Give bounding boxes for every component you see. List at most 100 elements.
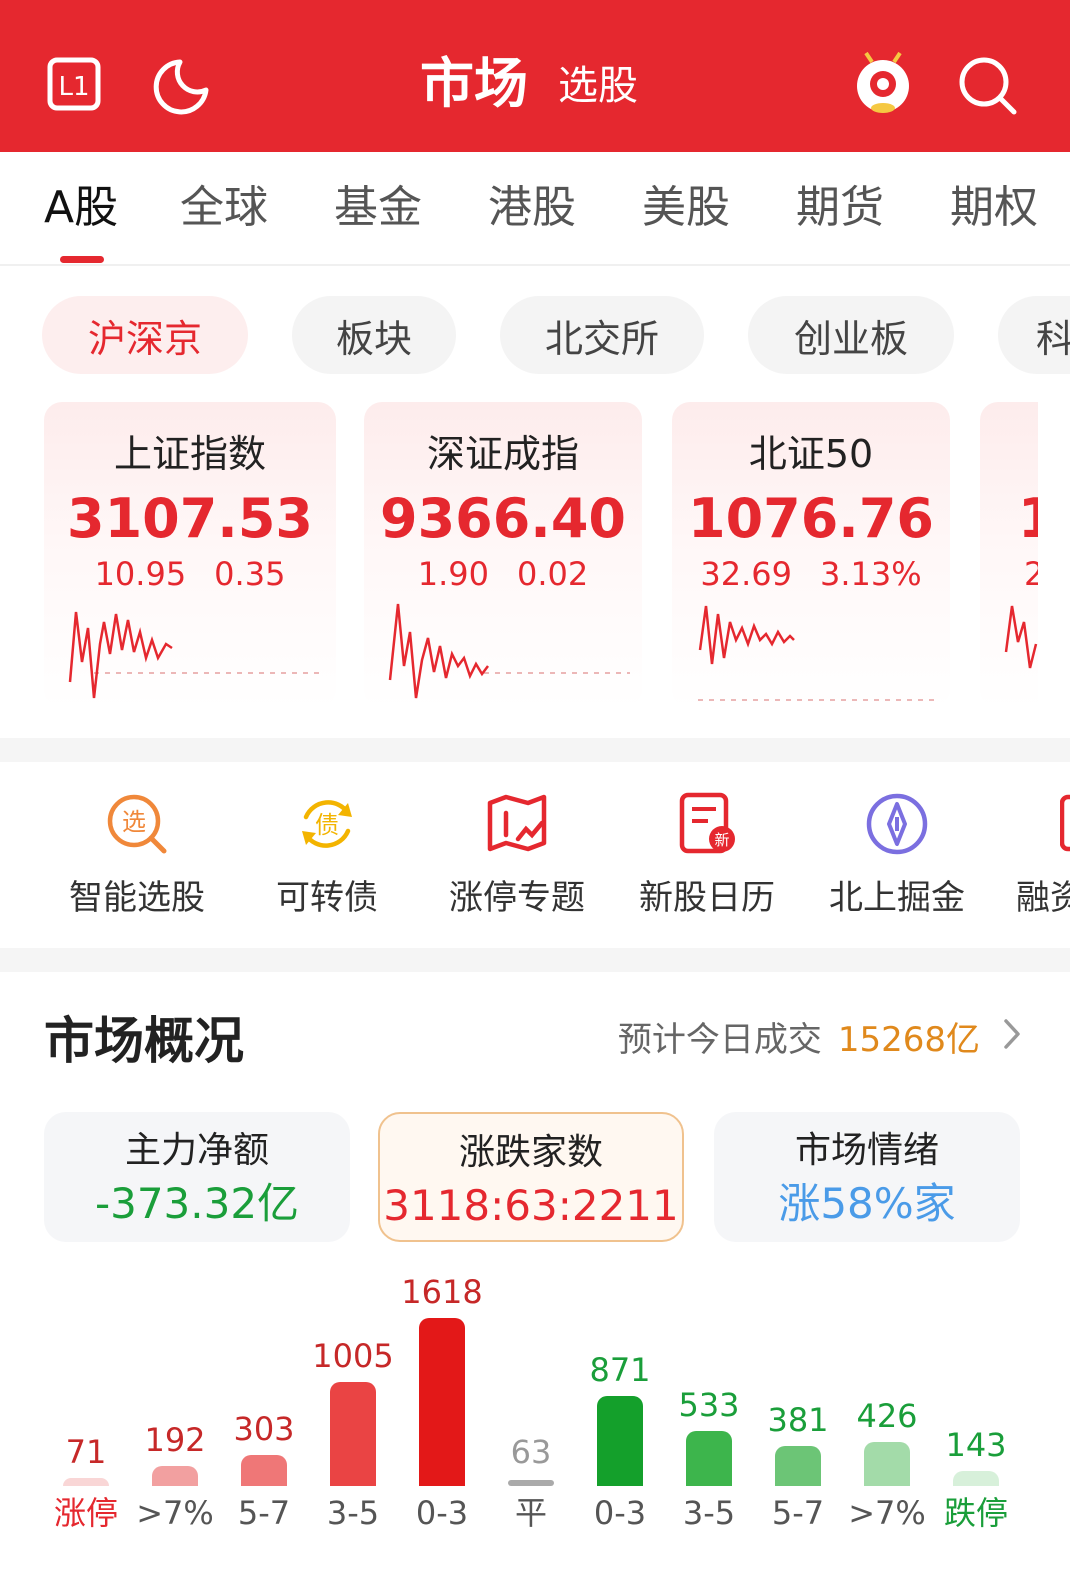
bar-value-label: 71 (65, 1433, 107, 1471)
tab-us-stocks[interactable]: 美股 (642, 180, 730, 236)
bar-value-label: 143 (945, 1426, 1007, 1464)
stat-sentiment[interactable]: 市场情绪 涨58%家 (714, 1112, 1020, 1242)
stat-advance-decline[interactable]: 涨跌家数 3118:63:2211 (378, 1112, 684, 1242)
ipo-calendar-icon: 新 (669, 786, 745, 862)
turnover-label: 预计今日成交 (617, 1020, 822, 1060)
active-tab-indicator (60, 256, 104, 263)
bar-value-label: 303 (233, 1410, 295, 1448)
bar-category-label: 3-5 (682, 1494, 736, 1532)
moon-icon[interactable] (150, 56, 212, 118)
bar-category-label: >7% (848, 1494, 926, 1532)
bar (419, 1318, 465, 1486)
northbound-compass-icon (859, 786, 935, 862)
tab-funds[interactable]: 基金 (334, 180, 422, 236)
tab-futures[interactable]: 期货 (796, 180, 884, 236)
bar-value-label: 1618 (401, 1273, 483, 1311)
index-card-bse50[interactable]: 北证50 1076.76 32.69 3.13% (672, 402, 950, 708)
pill-shanghai-shenzhen-beijing[interactable]: 沪深京 (42, 296, 248, 374)
bar-value-label: 192 (144, 1421, 206, 1459)
index-value: 1 (1018, 487, 1038, 550)
stat-main-net[interactable]: 主力净额 -373.32亿 (44, 1112, 350, 1242)
tool-label: 新股日历 (639, 878, 775, 918)
index-changes: 32.69 3.13% (672, 554, 950, 594)
stat-label: 市场情绪 (794, 1130, 939, 1171)
section-title: 市场概况 (44, 1012, 244, 1070)
index-change: 32.69 (700, 555, 792, 593)
turnover-value: 15268亿 (837, 1020, 980, 1060)
pill-chinext[interactable]: 创业板 (748, 296, 954, 374)
page-title[interactable]: 市场 (420, 52, 528, 116)
index-name: 深证成指 (426, 432, 579, 476)
index-changes: 1.90 0.02 (364, 554, 642, 594)
tool-label: 智能选股 (69, 878, 205, 918)
index-card-sse[interactable]: 上证指数 3107.53 10.95 0.35 (44, 402, 336, 708)
pill-sectors[interactable]: 板块 (292, 296, 456, 374)
bar-category-label: 0-3 (593, 1494, 647, 1532)
index-sparkline-partial (1004, 605, 1038, 669)
tool-label: 融资 (1016, 878, 1070, 918)
bar-category-label: 涨停 (53, 1494, 118, 1532)
index-sparkline-bse50 (698, 605, 938, 701)
tool-convertible-bond[interactable]: 债 可转债 (242, 786, 412, 926)
bar (597, 1396, 643, 1486)
tab-global[interactable]: 全球 (180, 180, 268, 236)
stat-value: -373.32亿 (94, 1179, 300, 1228)
bar-value-label: 381 (767, 1401, 829, 1439)
section-divider (0, 738, 1070, 762)
bar-category-label: 5-7 (237, 1494, 291, 1532)
bar (775, 1446, 821, 1486)
search-icon[interactable] (956, 54, 1020, 118)
pill-star[interactable]: 科 (998, 296, 1070, 374)
index-change: 10.95 (94, 555, 187, 593)
tool-label: 涨停专题 (449, 878, 585, 918)
stat-label: 主力净额 (124, 1130, 269, 1171)
mascot-icon[interactable] (852, 50, 914, 118)
index-value: 3107.53 (67, 487, 313, 550)
stat-value: 3118:63:2211 (383, 1181, 679, 1230)
tool-smart-pick[interactable]: 选 智能选股 (52, 786, 222, 926)
tool-ipo-calendar[interactable]: 新 新股日历 (622, 786, 792, 926)
bar-value-label: 533 (678, 1386, 740, 1424)
tool-limit-up-topic[interactable]: 涨停专题 (432, 786, 602, 926)
bar-value-label: 63 (510, 1433, 552, 1471)
index-value: 9366.40 (380, 487, 626, 550)
bar (686, 1431, 732, 1486)
stat-label: 涨跌家数 (458, 1132, 603, 1173)
tool-northbound[interactable]: 北上掘金 (812, 786, 982, 926)
index-name: 北证50 (748, 432, 874, 476)
svg-text:债: 债 (315, 811, 339, 839)
bar-value-label: 871 (589, 1351, 651, 1389)
app-header: L1 市场 选股 (0, 0, 1070, 152)
index-changes: 10.95 0.35 (44, 554, 336, 594)
tab-a-shares[interactable]: A股 (44, 180, 118, 236)
smart-pick-icon: 选 (99, 786, 175, 862)
index-card-szse[interactable]: 深证成指 9366.40 1.90 0.02 (364, 402, 642, 708)
bar (63, 1478, 109, 1486)
index-change: 1.90 (417, 555, 489, 593)
bar-category-label: >7% (136, 1494, 214, 1532)
svg-text:新: 新 (714, 831, 729, 849)
section-divider (0, 948, 1070, 972)
index-card-partial[interactable]: 1 2 (980, 402, 1038, 708)
turnover-link[interactable]: 预计今日成交 15268亿 (618, 1016, 1022, 1064)
bar-category-label: 0-3 (415, 1494, 469, 1532)
index-sparkline-sse (68, 611, 324, 699)
bar-category-label: 跌停 (943, 1494, 1008, 1532)
level1-icon[interactable]: L1 (46, 56, 102, 112)
pill-star-label: 科 (1036, 316, 1070, 361)
svg-text:L1: L1 (58, 72, 89, 102)
bar (508, 1480, 554, 1486)
margin-icon (1060, 786, 1070, 862)
bar (152, 1466, 198, 1486)
tab-options[interactable]: 期权 (950, 180, 1038, 236)
bar (330, 1382, 376, 1486)
stock-picker-tab[interactable]: 选股 (558, 60, 638, 112)
index-name: 上证指数 (113, 432, 266, 476)
convertible-bond-icon: 债 (289, 786, 365, 862)
tab-hk-stocks[interactable]: 港股 (488, 180, 576, 236)
pill-bse[interactable]: 北交所 (500, 296, 704, 374)
tool-margin[interactable]: 融资 (1002, 786, 1070, 926)
index-change-pct: 3.13% (819, 555, 922, 593)
tool-label: 可转债 (276, 878, 378, 918)
index-change: 2 (1024, 555, 1038, 593)
